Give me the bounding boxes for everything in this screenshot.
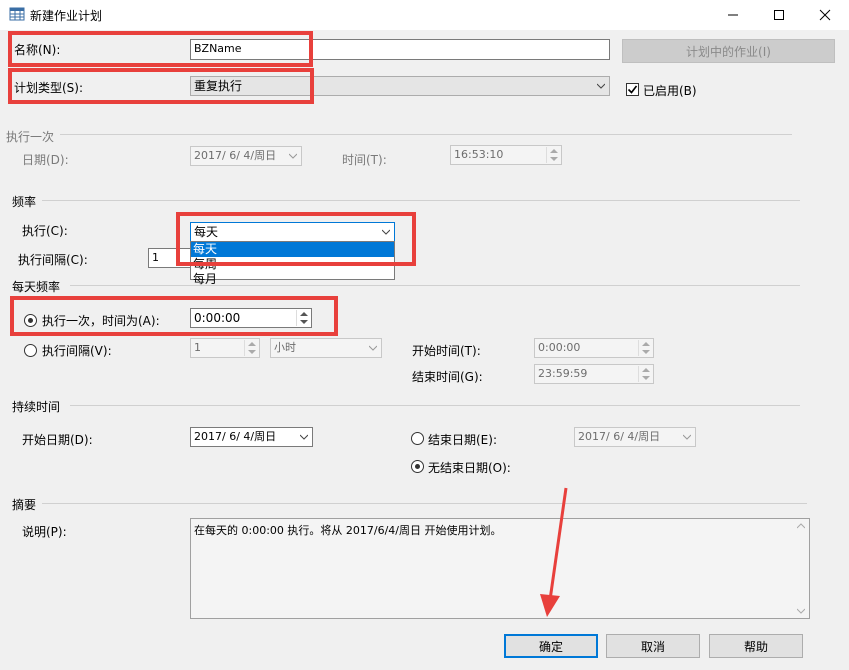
- daily-frequency-section-label: 每天频率: [12, 280, 61, 294]
- occurs-option-daily[interactable]: 每天: [191, 242, 394, 257]
- checkmark-icon: [627, 85, 638, 94]
- end-time-value: 23:59:59: [538, 367, 588, 380]
- close-button[interactable]: [802, 0, 848, 30]
- start-date-label: 开始日期(D):: [22, 433, 93, 447]
- chevron-down-icon: [289, 153, 297, 159]
- maximize-button[interactable]: [756, 0, 802, 30]
- start-time-value: 0:00:00: [538, 341, 581, 354]
- end-date-radio[interactable]: [411, 432, 424, 445]
- table-icon: [9, 7, 25, 21]
- divider: [70, 405, 800, 406]
- description-textarea[interactable]: 在每天的 0:00:00 执行。将从 2017/6/4/周日 开始使用计划。: [190, 518, 810, 619]
- minimize-icon: [728, 14, 738, 16]
- interval-input[interactable]: 1: [148, 248, 190, 268]
- one-time-time-input[interactable]: 16:53:10: [450, 145, 562, 165]
- chevron-down-icon: [382, 229, 390, 235]
- every-label: 执行间隔(V):: [42, 344, 112, 358]
- enabled-checkbox[interactable]: [626, 83, 639, 96]
- duration-section-label: 持续时间: [12, 400, 61, 414]
- one-time-date-value: 2017/ 6/ 4/周日: [194, 149, 277, 162]
- occurs-select[interactable]: 每天: [190, 222, 395, 242]
- scroll-up-icon: [797, 523, 805, 529]
- one-time-date-picker[interactable]: 2017/ 6/ 4/周日: [190, 146, 302, 166]
- scrollbar[interactable]: [793, 519, 809, 618]
- name-label: 名称(N):: [14, 43, 61, 57]
- end-date-picker[interactable]: 2017/ 6/ 4/周日: [574, 427, 696, 447]
- every-radio[interactable]: [24, 344, 37, 357]
- name-input[interactable]: BZName: [190, 39, 610, 60]
- scroll-down-icon: [797, 608, 805, 614]
- one-time-section-label: 执行一次: [6, 130, 55, 144]
- one-time-time-value: 16:53:10: [454, 148, 504, 161]
- description-label: 说明(P):: [22, 525, 67, 539]
- window-title: 新建作业计划: [30, 9, 103, 23]
- no-end-date-label: 无结束日期(O):: [428, 461, 511, 475]
- end-time-input[interactable]: 23:59:59: [534, 364, 654, 384]
- schedule-type-select[interactable]: 重复执行: [190, 76, 610, 96]
- divider: [70, 285, 800, 286]
- schedule-type-label: 计划类型(S):: [14, 81, 84, 95]
- chevron-down-icon: [597, 83, 605, 89]
- one-time-date-label: 日期(D):: [22, 153, 69, 167]
- minimize-button[interactable]: [710, 0, 756, 30]
- maximize-icon: [774, 10, 784, 20]
- spinner[interactable]: [244, 340, 258, 356]
- end-date-value: 2017/ 6/ 4/周日: [578, 430, 661, 443]
- jobs-in-schedule-button[interactable]: 计划中的作业(I): [622, 39, 835, 63]
- every-unit-value: 小时: [274, 341, 296, 354]
- annotation-arrow-icon: [540, 487, 568, 617]
- start-time-label: 开始时间(T):: [412, 344, 481, 358]
- once-time-input[interactable]: 0:00:00: [190, 308, 312, 328]
- end-date-label: 结束日期(E):: [428, 433, 497, 447]
- chevron-down-icon: [300, 434, 308, 440]
- occurs-value: 每天: [194, 225, 219, 239]
- every-interval-value: 1: [194, 341, 201, 354]
- enabled-label: 已启用(B): [643, 84, 697, 98]
- once-label: 执行一次，时间为(A):: [42, 314, 160, 328]
- start-date-picker[interactable]: 2017/ 6/ 4/周日: [190, 427, 313, 447]
- once-time-value: 0:00:00: [194, 311, 241, 325]
- interval-label: 执行间隔(C):: [18, 253, 88, 267]
- summary-section-label: 摘要: [12, 498, 37, 512]
- cancel-button[interactable]: 取消: [606, 634, 700, 658]
- spinner[interactable]: [546, 147, 560, 163]
- description-text: 在每天的 0:00:00 执行。将从 2017/6/4/周日 开始使用计划。: [194, 524, 502, 537]
- divider: [42, 503, 807, 504]
- schedule-type-value: 重复执行: [194, 79, 243, 93]
- spinner[interactable]: [638, 340, 652, 356]
- every-interval-input[interactable]: 1: [190, 338, 260, 358]
- chevron-down-icon: [369, 345, 377, 351]
- end-time-label: 结束时间(G):: [412, 370, 483, 384]
- occurs-dropdown-list: 每天 每周 每月: [190, 241, 395, 286]
- close-icon: [819, 9, 831, 21]
- once-radio[interactable]: [24, 314, 37, 327]
- help-button[interactable]: 帮助: [709, 634, 803, 658]
- start-time-input[interactable]: 0:00:00: [534, 338, 654, 358]
- divider: [60, 134, 792, 135]
- no-end-date-radio[interactable]: [411, 460, 424, 473]
- ok-button[interactable]: 确定: [504, 634, 598, 658]
- divider: [42, 200, 800, 201]
- chevron-down-icon: [683, 434, 691, 440]
- spinner[interactable]: [296, 310, 310, 326]
- occurs-option-weekly[interactable]: 每周: [191, 257, 394, 272]
- one-time-time-label: 时间(T):: [342, 153, 387, 167]
- occurs-label: 执行(C):: [22, 224, 68, 238]
- frequency-section-label: 频率: [12, 195, 37, 209]
- start-date-value: 2017/ 6/ 4/周日: [194, 430, 277, 443]
- every-unit-select[interactable]: 小时: [270, 338, 382, 358]
- spinner[interactable]: [638, 366, 652, 382]
